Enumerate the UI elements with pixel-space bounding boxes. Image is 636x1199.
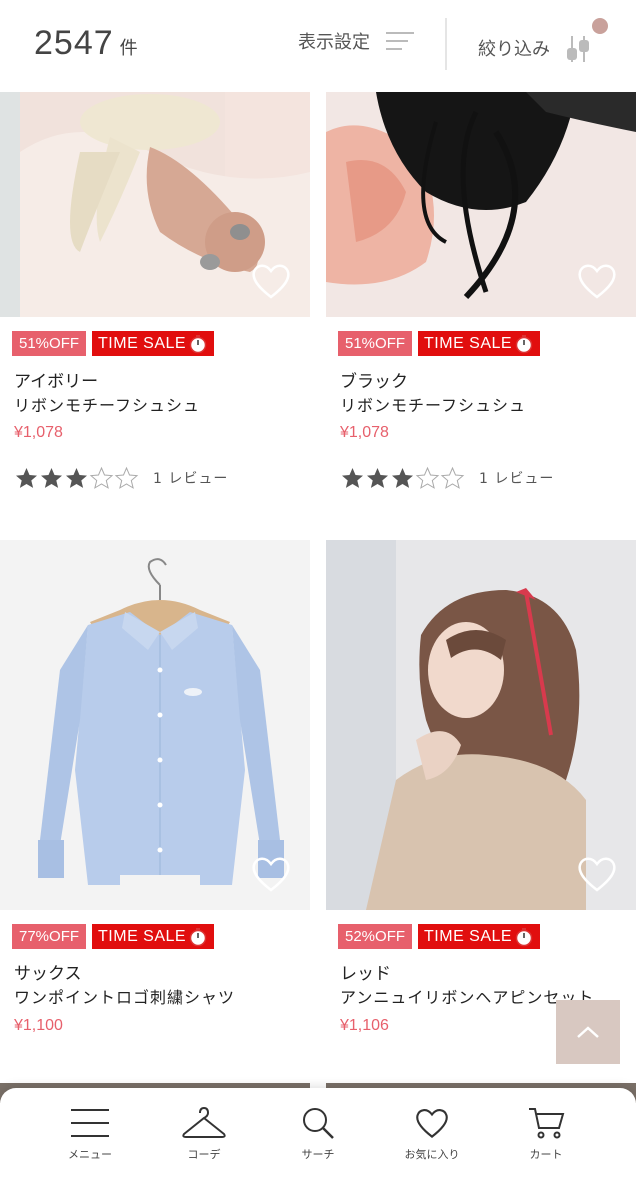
badge-row: 52%OFF TIME SALE: [338, 924, 541, 949]
nav-cart[interactable]: カート: [496, 1088, 596, 1188]
discount-badge: 77%OFF: [12, 924, 87, 949]
stopwatch-icon: [515, 927, 533, 946]
product-price: ¥1,078: [340, 424, 389, 441]
nav-menu[interactable]: メニュー: [40, 1088, 140, 1188]
product-color: ブラック: [340, 372, 408, 392]
product-color: サックス: [14, 964, 82, 984]
filter-sliders-icon: [567, 36, 589, 62]
star-filled-icon: [66, 468, 87, 488]
favorite-heart-icon[interactable]: [250, 261, 292, 301]
star-empty-icon: [89, 466, 114, 489]
display-settings-label: 表示設定: [298, 32, 370, 53]
nav-menu-label: メニュー: [68, 1148, 112, 1161]
star-empty-icon: [440, 466, 465, 489]
menu-icon: [71, 1109, 109, 1137]
time-sale-label: TIME SALE: [98, 335, 187, 352]
product-price: ¥1,106: [340, 1017, 389, 1034]
sort-lines-icon: [386, 29, 414, 53]
time-sale-badge: TIME SALE: [418, 331, 541, 356]
time-sale-badge: TIME SALE: [418, 924, 541, 949]
star-filled-icon: [342, 468, 363, 488]
search-icon: [303, 1108, 334, 1139]
star-rating: 1 レビュー: [340, 466, 554, 490]
stopwatch-icon: [515, 334, 533, 353]
filter-button[interactable]: 絞り込み: [478, 28, 596, 68]
nav-favorites[interactable]: お気に入り: [382, 1088, 482, 1188]
product-image[interactable]: [326, 92, 636, 317]
favorite-heart-icon[interactable]: [576, 261, 618, 301]
nav-coordinate-label: コーデ: [187, 1148, 221, 1161]
cart-icon: [529, 1108, 565, 1139]
favorite-heart-icon[interactable]: [250, 854, 292, 894]
heart-icon: [416, 1109, 448, 1138]
star-rating: 1 レビュー: [14, 466, 228, 490]
chevron-up-icon: [577, 1026, 599, 1038]
header-divider: [445, 18, 447, 70]
nav-search-label: サーチ: [301, 1148, 335, 1161]
filter-active-dot: [592, 18, 608, 34]
stopwatch-icon: [189, 334, 207, 353]
product-image[interactable]: [0, 540, 310, 910]
time-sale-label: TIME SALE: [424, 335, 513, 352]
badge-row: 77%OFF TIME SALE: [12, 924, 215, 949]
nav-coordinate[interactable]: コーデ: [154, 1088, 254, 1188]
star-filled-icon: [16, 468, 37, 488]
review-count[interactable]: 1 レビュー: [153, 468, 228, 488]
result-count-number: 2547: [34, 24, 114, 62]
product-price: ¥1,078: [14, 424, 63, 441]
scroll-to-top-button[interactable]: [556, 1000, 620, 1064]
discount-badge: 51%OFF: [338, 331, 413, 356]
star-empty-icon: [114, 466, 139, 489]
display-settings-button[interactable]: 表示設定: [298, 28, 414, 54]
time-sale-label: TIME SALE: [424, 928, 513, 945]
product-color: アイボリー: [14, 372, 99, 392]
star-filled-icon: [367, 468, 388, 488]
badge-row: 51%OFF TIME SALE: [338, 331, 541, 356]
result-count-unit: 件: [119, 38, 138, 59]
nav-search[interactable]: サーチ: [268, 1088, 368, 1188]
header-bar: 2547 件 表示設定 絞り込み: [0, 0, 636, 92]
product-color: レッド: [340, 964, 391, 984]
result-count: 2547 件: [34, 24, 138, 63]
time-sale-badge: TIME SALE: [92, 924, 215, 949]
product-name: ワンポイントロゴ刺繍シャツ: [14, 988, 236, 1007]
badge-row: 51%OFF TIME SALE: [12, 331, 215, 356]
discount-badge: 52%OFF: [338, 924, 413, 949]
discount-badge: 51%OFF: [12, 331, 87, 356]
time-sale-label: TIME SALE: [98, 928, 187, 945]
nav-favorites-label: お気に入り: [404, 1148, 460, 1161]
star-empty-icon: [415, 466, 440, 489]
product-name: リボンモチーフシュシュ: [14, 396, 201, 415]
bottom-navigation: メニュー コーデ サーチ お気に入り カート: [0, 1088, 636, 1199]
stopwatch-icon: [189, 927, 207, 946]
nav-cart-label: カート: [529, 1148, 563, 1161]
product-image[interactable]: [326, 540, 636, 910]
filter-label: 絞り込み: [478, 39, 550, 60]
product-price: ¥1,100: [14, 1017, 63, 1034]
hanger-icon: [182, 1106, 226, 1138]
review-count[interactable]: 1 レビュー: [479, 468, 554, 488]
star-filled-icon: [392, 468, 413, 488]
star-filled-icon: [41, 468, 62, 488]
product-name: リボンモチーフシュシュ: [340, 396, 527, 415]
time-sale-badge: TIME SALE: [92, 331, 215, 356]
favorite-heart-icon[interactable]: [576, 854, 618, 894]
product-image[interactable]: [0, 92, 310, 317]
